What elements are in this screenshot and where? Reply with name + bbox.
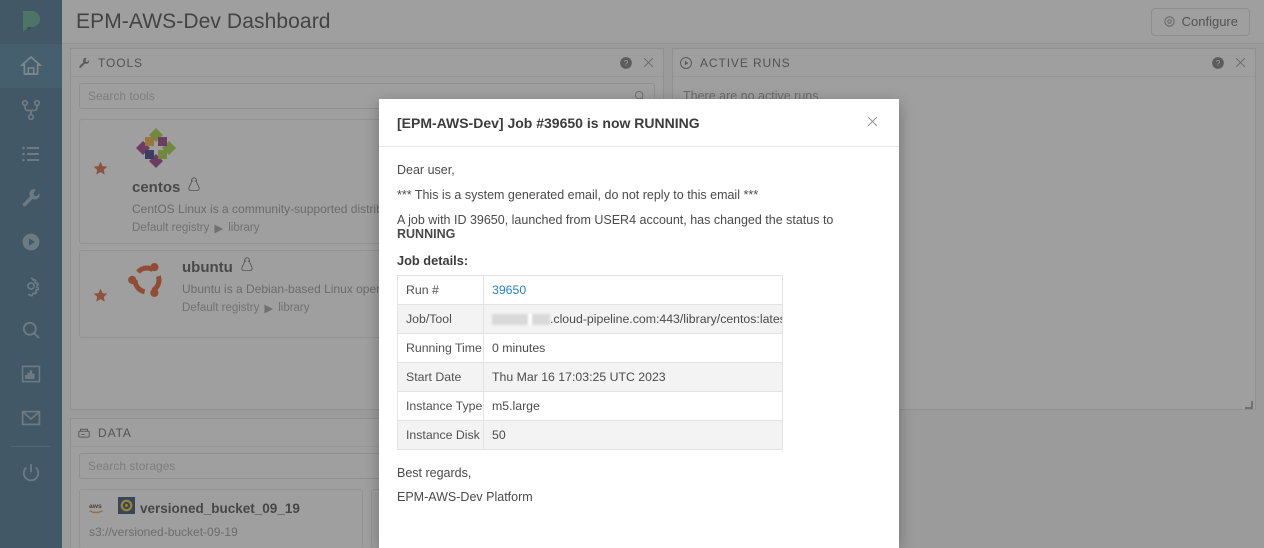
detail-key: Run #	[397, 275, 484, 305]
job-notification-modal: [EPM-AWS-Dev] Job #39650 is now RUNNING …	[379, 99, 899, 548]
detail-value-text: .cloud-pipeline.com:443/library/centos:l…	[550, 312, 783, 326]
modal-sign-name: EPM-AWS-Dev Platform	[397, 490, 533, 504]
table-row: Run # 39650	[397, 275, 783, 305]
detail-key: Instance Disk	[397, 420, 484, 450]
modal-title: [EPM-AWS-Dev] Job #39650 is now RUNNING	[397, 114, 700, 131]
detail-key: Job/Tool	[397, 304, 484, 334]
table-row: Running Time 0 minutes	[397, 333, 783, 363]
detail-value: 50	[483, 420, 783, 450]
table-row: Instance Type m5.large	[397, 391, 783, 421]
job-details-heading: Job details:	[397, 253, 469, 268]
job-details-table: Run # 39650 Job/Tool .cloud-pipeline.com…	[397, 275, 783, 450]
modal-sign-off: Best regards,	[397, 466, 472, 480]
table-row: Job/Tool .cloud-pipeline.com:443/library…	[397, 304, 783, 334]
table-row: Instance Disk 50	[397, 420, 783, 450]
modal-greeting: Dear user,	[397, 163, 455, 177]
modal-body: Dear user, *** This is a system generate…	[379, 147, 899, 548]
modal-footer: Best regards, EPM-AWS-Dev Platform	[397, 466, 881, 504]
modal-header: [EPM-AWS-Dev] Job #39650 is now RUNNING	[379, 99, 899, 147]
close-icon	[867, 116, 878, 127]
detail-value: .cloud-pipeline.com:443/library/centos:l…	[483, 304, 783, 334]
dashboard-app: EPM-AWS-Dev Dashboard Configure TOOLS	[0, 0, 1264, 548]
run-id-link[interactable]: 39650	[492, 283, 526, 297]
modal-close-button[interactable]	[862, 110, 883, 135]
modal-status-prefix: A job with ID 39650, launched from USER4…	[397, 213, 834, 227]
detail-key: Running Time	[397, 333, 484, 363]
detail-key: Instance Type	[397, 391, 484, 421]
detail-value: Thu Mar 16 17:03:25 UTC 2023	[483, 362, 783, 392]
modal-status-value: RUNNING	[397, 227, 456, 241]
redacted-hostname	[492, 314, 550, 326]
detail-value: 0 minutes	[483, 333, 783, 363]
table-row: Start Date Thu Mar 16 17:03:25 UTC 2023	[397, 362, 783, 392]
detail-value: 39650	[483, 275, 783, 305]
detail-value: m5.large	[483, 391, 783, 421]
detail-key: Start Date	[397, 362, 484, 392]
modal-status-line: A job with ID 39650, launched from USER4…	[397, 213, 881, 241]
modal-system-note: *** This is a system generated email, do…	[397, 188, 759, 202]
